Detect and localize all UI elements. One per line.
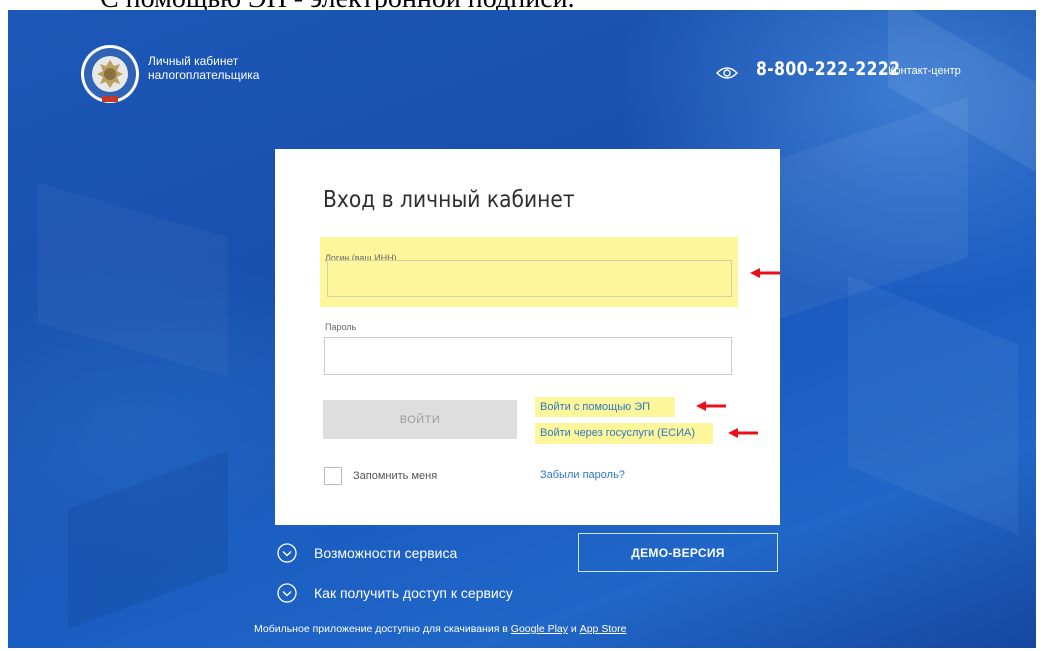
service-features-toggle[interactable]: Возможности сервиса (314, 545, 457, 561)
google-play-link[interactable]: Google Play (511, 623, 568, 635)
arrow-left-icon (696, 401, 726, 411)
demo-version-button[interactable]: ДЕМО-ВЕРСИЯ (578, 533, 778, 572)
remember-me-checkbox[interactable] (324, 467, 342, 485)
contact-center-label: Контакт-центр (888, 65, 961, 77)
chevron-down-circle-icon[interactable] (277, 583, 297, 603)
app-store-link[interactable]: App Store (580, 623, 627, 635)
arrow-left-icon (750, 268, 780, 278)
hotline-phone[interactable]: 8-800-222-2222 (756, 58, 900, 80)
brand-title[interactable]: Личный кабинет налогоплательщика (148, 54, 259, 82)
form-title: Вход в личный кабинет (323, 187, 575, 213)
login-button[interactable]: ВОЙТИ (323, 400, 517, 439)
login-input[interactable] (327, 260, 732, 297)
brand-line-1: Личный кабинет (148, 54, 239, 68)
password-label: Пароль (325, 322, 357, 332)
footer-text: Мобильное приложение доступно для скачив… (254, 623, 508, 635)
fns-emblem-icon[interactable] (80, 44, 140, 104)
login-card: Вход в личный кабинет Логин (ваш ИНН) Па… (275, 149, 780, 525)
forgot-password-link[interactable]: Забыли пароль? (540, 469, 625, 481)
password-input[interactable] (324, 337, 732, 375)
footer-and: и (570, 623, 577, 635)
chevron-down-circle-icon[interactable] (277, 543, 297, 563)
login-page: Личный кабинет налогоплательщика 8-800-2… (8, 10, 1036, 648)
login-with-esia-link[interactable]: Войти через госуслуги (ЕСИА) (540, 427, 695, 439)
arrow-left-icon (728, 428, 758, 438)
access-info-toggle[interactable]: Как получить доступ к сервису (314, 585, 513, 601)
mobile-app-footer: Мобильное приложение доступно для скачив… (254, 623, 626, 635)
eye-icon[interactable] (716, 66, 738, 80)
brand-line-2: налогоплательщика (148, 68, 260, 82)
login-with-ep-link[interactable]: Войти с помощью ЭП (540, 401, 650, 413)
remember-me-label[interactable]: Запомнить меня (353, 470, 437, 482)
